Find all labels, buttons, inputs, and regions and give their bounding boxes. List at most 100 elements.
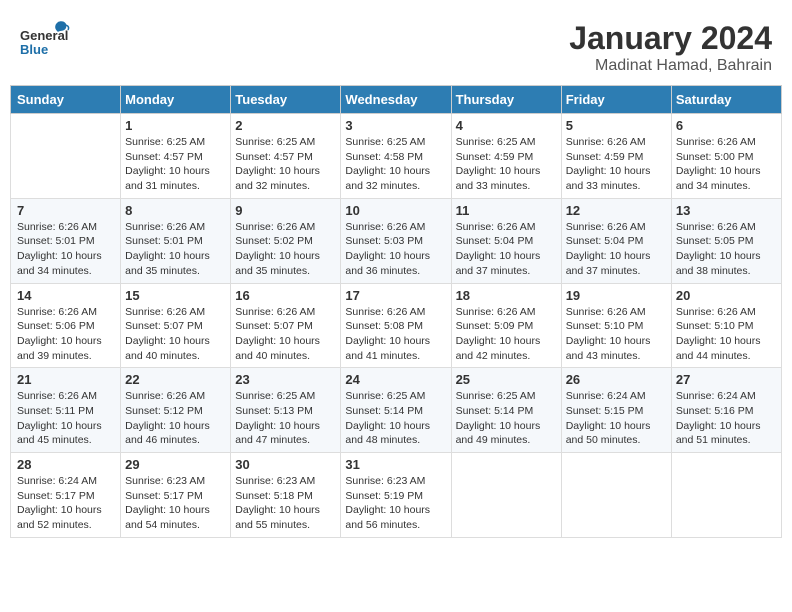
calendar-cell [11, 114, 121, 199]
day-info: Sunrise: 6:25 AM Sunset: 4:57 PM Dayligh… [125, 135, 226, 194]
day-number: 19 [566, 288, 667, 303]
day-number: 15 [125, 288, 226, 303]
calendar-cell: 15 Sunrise: 6:26 AM Sunset: 5:07 PM Dayli… [121, 283, 231, 368]
day-info: Sunrise: 6:26 AM Sunset: 5:10 PM Dayligh… [566, 305, 667, 364]
calendar-cell [671, 453, 781, 538]
day-number: 16 [235, 288, 336, 303]
day-info: Sunrise: 6:26 AM Sunset: 5:05 PM Dayligh… [676, 220, 777, 279]
calendar-cell: 29 Sunrise: 6:23 AM Sunset: 5:17 PM Dayli… [121, 453, 231, 538]
day-number: 31 [345, 457, 446, 472]
day-info: Sunrise: 6:23 AM Sunset: 5:17 PM Dayligh… [125, 474, 226, 533]
day-number: 11 [456, 203, 557, 218]
calendar-cell: 7Sunrise: 6:26 AM Sunset: 5:01 PM Daylig… [11, 198, 121, 283]
day-info: Sunrise: 6:26 AM Sunset: 4:59 PM Dayligh… [566, 135, 667, 194]
day-info: Sunrise: 6:25 AM Sunset: 5:13 PM Dayligh… [235, 389, 336, 448]
calendar-cell: 28Sunrise: 6:24 AM Sunset: 5:17 PM Dayli… [11, 453, 121, 538]
calendar-cell: 27Sunrise: 6:24 AM Sunset: 5:16 PM Dayli… [671, 368, 781, 453]
day-number: 6 [676, 118, 777, 133]
calendar-cell: 17 Sunrise: 6:26 AM Sunset: 5:08 PM Dayli… [341, 283, 451, 368]
page-header: General Blue January 2024 Madinat Hamad,… [10, 10, 782, 80]
calendar-cell: 22 Sunrise: 6:26 AM Sunset: 5:12 PM Dayli… [121, 368, 231, 453]
calendar-body: 1 Sunrise: 6:25 AM Sunset: 4:57 PM Daylig… [11, 114, 782, 538]
day-number: 25 [456, 372, 557, 387]
column-header-saturday: Saturday [671, 86, 781, 114]
calendar-cell: 6 Sunrise: 6:26 AM Sunset: 5:00 PM Daylig… [671, 114, 781, 199]
calendar-cell: 13 Sunrise: 6:26 AM Sunset: 5:05 PM Dayli… [671, 198, 781, 283]
day-number: 23 [235, 372, 336, 387]
day-info: Sunrise: 6:26 AM Sunset: 5:01 PM Dayligh… [125, 220, 226, 279]
calendar-cell: 19 Sunrise: 6:26 AM Sunset: 5:10 PM Dayli… [561, 283, 671, 368]
day-info: Sunrise: 6:26 AM Sunset: 5:04 PM Dayligh… [566, 220, 667, 279]
calendar-cell: 20 Sunrise: 6:26 AM Sunset: 5:10 PM Dayli… [671, 283, 781, 368]
calendar-cell [451, 453, 561, 538]
day-info: Sunrise: 6:25 AM Sunset: 5:14 PM Dayligh… [456, 389, 557, 448]
calendar-cell: 12 Sunrise: 6:26 AM Sunset: 5:04 PM Dayli… [561, 198, 671, 283]
calendar-week-3: 14 Sunrise: 6:26 AM Sunset: 5:06 PM Dayli… [11, 283, 782, 368]
calendar-week-1: 1 Sunrise: 6:25 AM Sunset: 4:57 PM Daylig… [11, 114, 782, 199]
day-info: Sunrise: 6:26 AM Sunset: 5:02 PM Dayligh… [235, 220, 336, 279]
column-header-friday: Friday [561, 86, 671, 114]
day-number: 18 [456, 288, 557, 303]
day-number: 12 [566, 203, 667, 218]
calendar-cell: 5 Sunrise: 6:26 AM Sunset: 4:59 PM Daylig… [561, 114, 671, 199]
calendar-cell: 18 Sunrise: 6:26 AM Sunset: 5:09 PM Dayli… [451, 283, 561, 368]
day-info: Sunrise: 6:26 AM Sunset: 5:03 PM Dayligh… [345, 220, 446, 279]
day-number: 27 [676, 372, 777, 387]
column-header-sunday: Sunday [11, 86, 121, 114]
calendar-cell: 14 Sunrise: 6:26 AM Sunset: 5:06 PM Dayli… [11, 283, 121, 368]
logo: General Blue [20, 20, 70, 65]
day-info: Sunrise: 6:26 AM Sunset: 5:04 PM Dayligh… [456, 220, 557, 279]
day-number: 29 [125, 457, 226, 472]
calendar-cell: 8Sunrise: 6:26 AM Sunset: 5:01 PM Daylig… [121, 198, 231, 283]
column-header-monday: Monday [121, 86, 231, 114]
calendar-header-row: SundayMondayTuesdayWednesdayThursdayFrid… [11, 86, 782, 114]
day-number: 5 [566, 118, 667, 133]
day-info: Sunrise: 6:25 AM Sunset: 4:58 PM Dayligh… [345, 135, 446, 194]
month-year-title: January 2024 [569, 20, 772, 57]
calendar-cell: 9 Sunrise: 6:26 AM Sunset: 5:02 PM Daylig… [231, 198, 341, 283]
day-number: 20 [676, 288, 777, 303]
calendar-cell: 25 Sunrise: 6:25 AM Sunset: 5:14 PM Dayli… [451, 368, 561, 453]
calendar-cell: 24Sunrise: 6:25 AM Sunset: 5:14 PM Dayli… [341, 368, 451, 453]
day-number: 26 [566, 372, 667, 387]
calendar-cell: 2Sunrise: 6:25 AM Sunset: 4:57 PM Daylig… [231, 114, 341, 199]
calendar-cell: 11 Sunrise: 6:26 AM Sunset: 5:04 PM Dayli… [451, 198, 561, 283]
day-info: Sunrise: 6:26 AM Sunset: 5:09 PM Dayligh… [456, 305, 557, 364]
calendar-cell [561, 453, 671, 538]
column-header-wednesday: Wednesday [341, 86, 451, 114]
day-info: Sunrise: 6:25 AM Sunset: 5:14 PM Dayligh… [345, 389, 446, 448]
day-number: 3 [345, 118, 446, 133]
day-info: Sunrise: 6:24 AM Sunset: 5:15 PM Dayligh… [566, 389, 667, 448]
day-number: 21 [17, 372, 116, 387]
day-info: Sunrise: 6:23 AM Sunset: 5:18 PM Dayligh… [235, 474, 336, 533]
svg-text:Blue: Blue [20, 42, 48, 57]
day-number: 17 [345, 288, 446, 303]
calendar-cell: 30Sunrise: 6:23 AM Sunset: 5:18 PM Dayli… [231, 453, 341, 538]
day-number: 9 [235, 203, 336, 218]
calendar-cell: 16 Sunrise: 6:26 AM Sunset: 5:07 PM Dayli… [231, 283, 341, 368]
day-info: Sunrise: 6:26 AM Sunset: 5:08 PM Dayligh… [345, 305, 446, 364]
day-info: Sunrise: 6:26 AM Sunset: 5:00 PM Dayligh… [676, 135, 777, 194]
day-info: Sunrise: 6:26 AM Sunset: 5:12 PM Dayligh… [125, 389, 226, 448]
day-number: 1 [125, 118, 226, 133]
day-info: Sunrise: 6:24 AM Sunset: 5:17 PM Dayligh… [17, 474, 116, 533]
day-info: Sunrise: 6:26 AM Sunset: 5:06 PM Dayligh… [17, 305, 116, 364]
column-header-tuesday: Tuesday [231, 86, 341, 114]
day-info: Sunrise: 6:26 AM Sunset: 5:10 PM Dayligh… [676, 305, 777, 364]
day-info: Sunrise: 6:25 AM Sunset: 4:57 PM Dayligh… [235, 135, 336, 194]
day-info: Sunrise: 6:23 AM Sunset: 5:19 PM Dayligh… [345, 474, 446, 533]
day-number: 14 [17, 288, 116, 303]
day-number: 22 [125, 372, 226, 387]
day-info: Sunrise: 6:25 AM Sunset: 4:59 PM Dayligh… [456, 135, 557, 194]
calendar-cell: 3 Sunrise: 6:25 AM Sunset: 4:58 PM Daylig… [341, 114, 451, 199]
day-number: 10 [345, 203, 446, 218]
day-number: 13 [676, 203, 777, 218]
calendar-cell: 1 Sunrise: 6:25 AM Sunset: 4:57 PM Daylig… [121, 114, 231, 199]
calendar-cell: 21Sunrise: 6:26 AM Sunset: 5:11 PM Dayli… [11, 368, 121, 453]
calendar-week-2: 7Sunrise: 6:26 AM Sunset: 5:01 PM Daylig… [11, 198, 782, 283]
day-info: Sunrise: 6:26 AM Sunset: 5:07 PM Dayligh… [125, 305, 226, 364]
day-info: Sunrise: 6:26 AM Sunset: 5:07 PM Dayligh… [235, 305, 336, 364]
day-info: Sunrise: 6:26 AM Sunset: 5:01 PM Dayligh… [17, 220, 116, 279]
calendar-table: SundayMondayTuesdayWednesdayThursdayFrid… [10, 85, 782, 538]
calendar-week-4: 21Sunrise: 6:26 AM Sunset: 5:11 PM Dayli… [11, 368, 782, 453]
